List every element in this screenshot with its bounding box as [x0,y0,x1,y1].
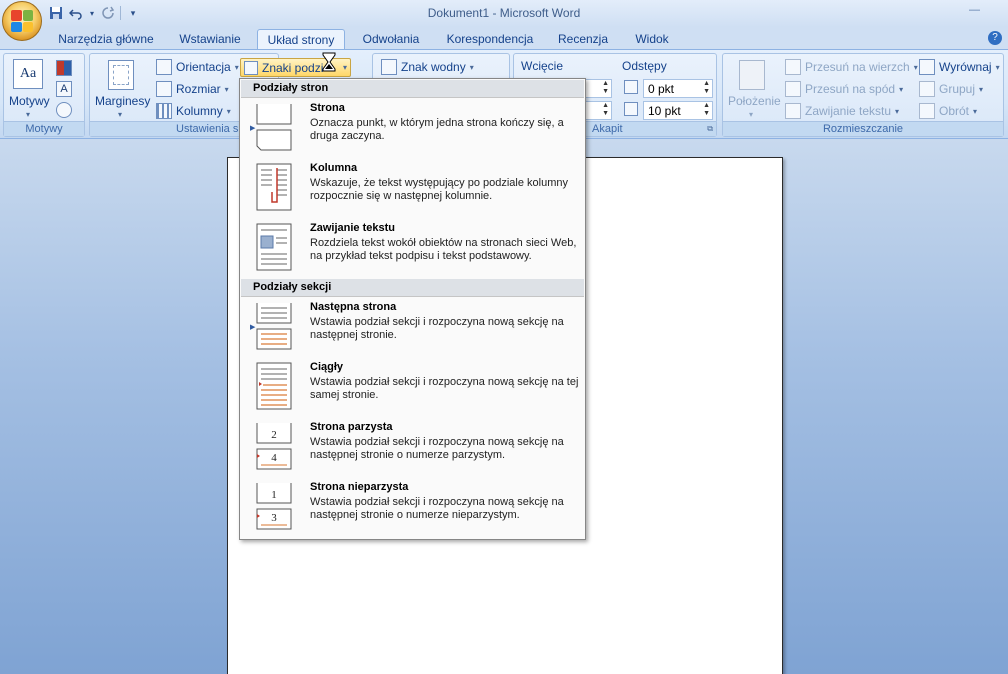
section-header-page-breaks: Podziały stron [241,80,584,98]
watermark-button[interactable]: Znak wodny ▾ [381,59,474,75]
bring-to-front-icon [785,59,801,75]
tab-narzedzia-glowne[interactable]: Narzędzia główne [50,29,162,50]
group-label-arrange: Rozmieszczanie [723,121,1003,136]
odd-page-top-number: 1 [271,489,277,501]
orientation-button[interactable]: Orientacja ▾ [156,59,239,75]
indent-label: Wcięcie [521,59,564,73]
menu-item-title: Ciągły [310,361,344,373]
office-logo-icon [11,10,33,32]
menu-item-description: Oznacza punkt, w którym jedna strona koń… [310,117,564,142]
hourglass-cursor-icon [322,52,336,72]
even-page-top-number: 2 [271,429,277,441]
menu-item-next-page[interactable]: ▶ Następna strona Wstawia podział sekcji… [241,299,584,359]
columns-icon [156,103,172,119]
chevron-down-icon: ▾ [26,110,31,119]
text-wrapping-break-icon [256,223,292,271]
menu-item-title: Następna strona [310,301,397,313]
spacing-label: Odstępy [622,59,667,73]
text-wrapping-button[interactable]: Zawijanie tekstu ▾ [785,103,899,119]
spacing-after-icon [624,102,638,116]
window-title: Dokument1 - Microsoft Word [427,6,581,20]
send-to-back-icon [785,81,801,97]
themes-icon: Aa [13,59,43,89]
rotate-button[interactable]: Obrót ▾ [919,103,977,119]
odd-page-bottom-number: 3 [271,512,277,524]
menu-item-title: Kolumna [310,162,358,174]
align-button[interactable]: Wyrównaj ▾ [919,59,1000,75]
spacing-before-icon [624,80,638,94]
help-icon[interactable]: ? [988,31,1002,45]
spacing-before-input[interactable]: 0 pkt ▲ ▼ [643,79,713,98]
margins-icon [108,60,134,90]
menu-item-description: Rozdziela tekst wokół obiektów na strona… [310,237,577,262]
menu-item-title: Strona [310,102,345,114]
menu-item-page-break[interactable]: ▶ Strona Oznacza punkt, w którym jedna s… [241,100,584,160]
menu-item-column-break[interactable]: Kolumna Wskazuje, że tekst występujący p… [241,160,584,220]
column-break-icon [256,163,292,211]
position-icon [739,60,765,90]
position-button[interactable]: Położenie [728,94,781,108]
odd-page-section-icon: 1 3 [256,483,292,530]
section-header-section-breaks: Podziały sekcji [241,279,584,297]
chevron-down-icon: ▾ [118,110,123,119]
theme-colors-icon[interactable] [56,60,72,76]
minimize-button[interactable]: — [969,4,980,16]
group-motywy: Aa Motywy ▾ A Motywy [3,53,85,137]
group-label-motywy: Motywy [4,121,84,136]
menu-item-continuous[interactable]: Ciągły Wstawia podział sekcji i rozpoczy… [241,359,584,419]
watermark-icon [381,59,397,75]
tab-korespondencja[interactable]: Korespondencja [440,29,540,50]
group-icon [919,81,935,97]
tab-uklad-strony[interactable]: Układ strony [257,29,345,50]
even-page-section-icon: 2 4 [256,423,292,470]
tab-recenzja[interactable]: Recenzja [553,29,613,50]
size-icon [156,81,172,97]
menu-item-odd-page[interactable]: 1 3 Strona nieparzysta Wstawia podział s… [241,479,584,539]
title-bar: ▾ ▾ Dokument1 - Microsoft Word — [0,0,1008,27]
orientation-icon [156,59,172,75]
tab-wstawianie[interactable]: Wstawianie [170,29,250,50]
size-button[interactable]: Rozmiar ▾ [156,81,229,97]
menu-item-description: Wstawia podział sekcji i rozpoczyna nową… [310,436,564,461]
breaks-dropdown-menu: Podziały stron ▶ Strona Oznacza punkt, w… [239,78,586,540]
text-wrapping-icon [785,103,801,119]
menu-item-title: Zawijanie tekstu [310,222,395,234]
tab-widok[interactable]: Widok [625,29,679,50]
menu-item-description: Wstawia podział sekcji i rozpoczyna nową… [310,496,564,521]
group-button[interactable]: Grupuj ▾ [919,81,983,97]
page-break-icon [256,104,292,151]
send-to-back-button[interactable]: Przesuń na spód ▾ [785,81,903,97]
menu-item-even-page[interactable]: 2 4 Strona parzysta Wstawia podział sekc… [241,419,584,479]
next-page-section-icon [256,303,292,350]
continuous-section-icon [256,362,292,410]
theme-fonts-icon[interactable]: A [56,81,72,97]
tab-odwolania[interactable]: Odwołania [354,29,428,50]
chevron-down-icon: ▾ [749,110,754,119]
menu-item-description: Wstawia podział sekcji i rozpoczyna nową… [310,316,564,341]
bring-to-front-button[interactable]: Przesuń na wierzch ▾ [785,59,918,75]
menu-item-title: Strona parzysta [310,421,393,433]
dialog-launcher-icon[interactable]: ⧉ [707,124,713,134]
menu-item-title: Strona nieparzysta [310,481,409,493]
breaks-icon [244,60,258,75]
office-button[interactable] [2,1,42,41]
align-icon [919,59,935,75]
rotate-icon [919,103,935,119]
even-page-bottom-number: 4 [271,452,277,464]
menu-item-text-wrapping-break[interactable]: Zawijanie tekstu Rozdziela tekst wokół o… [241,220,584,280]
ribbon-tabs: Narzędzia główne Wstawianie Układ strony… [0,27,1008,50]
columns-button[interactable]: Kolumny ▾ [156,103,231,119]
theme-effects-icon[interactable] [56,102,72,118]
group-arrange: Położenie ▾ Przesuń na wierzch ▾ Przesuń … [722,53,1004,137]
menu-item-description: Wstawia podział sekcji i rozpoczyna nową… [310,376,579,401]
themes-button[interactable]: Motywy [9,94,50,108]
margins-button[interactable]: Marginesy [95,94,150,108]
spacing-after-input[interactable]: 10 pkt ▲ ▼ [643,101,713,120]
menu-item-description: Wskazuje, że tekst występujący po podzia… [310,177,569,202]
